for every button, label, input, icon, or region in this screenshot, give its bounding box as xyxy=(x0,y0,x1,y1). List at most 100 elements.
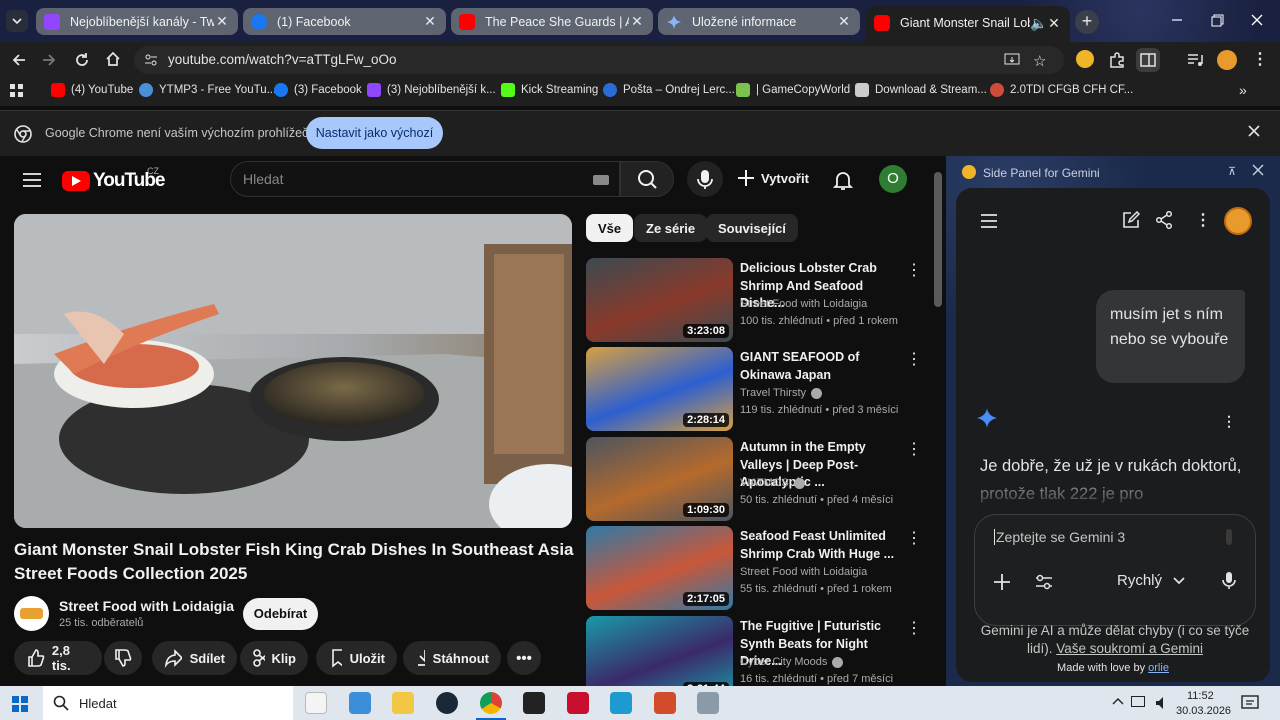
adobe-icon[interactable] xyxy=(567,692,589,714)
monitor-icon[interactable] xyxy=(697,692,719,714)
bookmark-ytmp3[interactable]: YTMP3 - Free YouTu... xyxy=(139,83,276,97)
gemini-account-avatar[interactable] xyxy=(1224,207,1252,235)
more-actions-button[interactable]: ••• xyxy=(507,641,541,675)
install-app-icon[interactable] xyxy=(1004,53,1020,67)
keyboard-icon[interactable] xyxy=(593,175,609,185)
account-avatar[interactable]: O xyxy=(879,165,907,193)
response-more-icon[interactable]: ⋮ xyxy=(1222,413,1236,430)
new-chat-icon[interactable] xyxy=(1122,211,1140,229)
tools-icon[interactable] xyxy=(1034,573,1054,591)
volume-icon[interactable] xyxy=(1155,696,1169,710)
network-icon[interactable] xyxy=(1131,696,1145,707)
author-link[interactable]: orlie xyxy=(1148,662,1169,674)
tab-ulozene-informace[interactable]: Uložené informace ✕ xyxy=(658,8,860,35)
steam-icon[interactable] xyxy=(436,692,458,714)
clock-date[interactable]: 30.03.2026 xyxy=(1176,705,1231,717)
channel-avatar[interactable] xyxy=(14,596,49,631)
game-launcher-icon[interactable] xyxy=(523,692,545,714)
reload-button[interactable] xyxy=(73,51,91,69)
extension-emoji-icon[interactable] xyxy=(1076,50,1094,68)
recommended-channel[interactable]: Street Food with Loidaigia xyxy=(740,298,867,310)
chip-related[interactable]: Související xyxy=(706,214,798,242)
close-tab-icon[interactable]: ✕ xyxy=(422,13,438,30)
close-tab-icon[interactable]: ✕ xyxy=(629,13,645,30)
chrome-icon[interactable] xyxy=(480,692,502,714)
video-player[interactable] xyxy=(14,214,572,528)
recommended-video[interactable]: 3:23:08 Delicious Lobster Crab Shrimp And… xyxy=(586,258,926,342)
set-default-button[interactable]: Nastavit jako výchozí xyxy=(306,117,443,149)
tab-peace-she-guards[interactable]: The Peace She Guards | Ambien ✕ xyxy=(451,8,653,35)
recommended-title[interactable]: GIANT SEAFOOD of Okinawa Japan xyxy=(740,349,902,384)
chip-all[interactable]: Vše xyxy=(586,214,634,242)
file-icon[interactable] xyxy=(305,692,327,714)
video-menu-icon[interactable]: ⋮ xyxy=(906,349,922,369)
remote-app-icon[interactable] xyxy=(610,692,632,714)
share-button[interactable]: Sdílet xyxy=(152,641,237,675)
dislike-button[interactable] xyxy=(104,641,142,675)
share-chat-icon[interactable] xyxy=(1155,211,1173,229)
media-controls-icon[interactable] xyxy=(1186,51,1204,69)
page-scrollbar[interactable] xyxy=(934,172,942,307)
home-button[interactable] xyxy=(104,50,122,68)
close-infobar-icon[interactable] xyxy=(1247,124,1261,138)
video-menu-icon[interactable]: ⋮ xyxy=(906,528,922,548)
close-window-button[interactable] xyxy=(1250,13,1264,27)
recommended-video[interactable]: 1:09:30 Autumn in the Empty Valleys | Dee… xyxy=(586,437,926,521)
tab-twitch[interactable]: Nejoblíbenější kanály - Twitch ✕ xyxy=(36,8,238,35)
search-button[interactable] xyxy=(620,161,674,197)
tab-search-button[interactable] xyxy=(6,10,28,32)
bookmark-gamecopyworld[interactable]: | GameCopyWorld xyxy=(736,83,850,97)
prompt-input[interactable]: Zeptejte se Gemini 3 xyxy=(994,529,1125,545)
clock-time[interactable]: 11:52 xyxy=(1187,690,1214,702)
gemini-input-box[interactable]: Zeptejte se Gemini 3 Rychlý xyxy=(974,514,1256,626)
notifications-icon[interactable] xyxy=(1241,695,1259,711)
video-menu-icon[interactable]: ⋮ xyxy=(906,439,922,459)
speaker-icon[interactable]: 🔈 xyxy=(1030,15,1047,32)
video-menu-icon[interactable]: ⋮ xyxy=(906,618,922,638)
clip-button[interactable]: Klip xyxy=(240,641,308,675)
new-tab-button[interactable]: + xyxy=(1075,10,1099,34)
start-button[interactable] xyxy=(12,696,28,712)
hamburger-menu-icon[interactable] xyxy=(22,172,42,188)
back-button[interactable] xyxy=(10,51,28,69)
microphone-icon[interactable] xyxy=(1221,571,1237,591)
recommended-channel[interactable]: Street Food with Loidaigia xyxy=(740,566,867,578)
subscribe-button[interactable]: Odebírat xyxy=(243,598,318,630)
profile-avatar[interactable] xyxy=(1217,50,1237,70)
recommended-channel[interactable]: Travel Thirsty xyxy=(740,387,823,399)
bookmark-star-icon[interactable]: ☆ xyxy=(1033,52,1046,70)
extensions-puzzle-icon[interactable] xyxy=(1108,51,1126,69)
chrome-menu-icon[interactable]: ⋮ xyxy=(1252,49,1268,69)
close-tab-icon[interactable]: ✕ xyxy=(836,13,852,30)
tray-overflow-icon[interactable] xyxy=(1112,696,1124,706)
video-menu-icon[interactable]: ⋮ xyxy=(906,260,922,280)
url-text[interactable]: youtube.com/watch?v=aTTgLFw_oOo xyxy=(168,52,397,67)
recommended-video[interactable]: 2:28:14 GIANT SEAFOOD of Okinawa Japan Tra… xyxy=(586,347,926,431)
search-input[interactable]: Hledat xyxy=(230,161,620,197)
tab-active-youtube[interactable]: Giant Monster Snail Lobster 🔈 ✕ xyxy=(866,6,1070,42)
address-bar[interactable]: youtube.com/watch?v=aTTgLFw_oOo ☆ xyxy=(134,46,1064,74)
close-tab-icon[interactable]: ✕ xyxy=(214,13,230,30)
create-button[interactable]: Vytvořit xyxy=(736,168,809,188)
recommended-title[interactable]: Seafood Feast Unlimited Shrimp Crab With… xyxy=(740,528,902,563)
bookmark-facebook[interactable]: (3) Facebook xyxy=(274,83,362,97)
forward-button[interactable] xyxy=(40,51,58,69)
close-tab-icon[interactable]: ✕ xyxy=(1046,15,1062,32)
gemini-more-icon[interactable]: ⋮ xyxy=(1195,210,1211,230)
channel-name[interactable]: Street Food with Loidaigia xyxy=(59,598,234,614)
recommended-channel[interactable]: Cyber City Moods xyxy=(740,656,844,668)
close-panel-icon[interactable] xyxy=(1252,164,1264,176)
bookmark-twitch[interactable]: (3) Nejoblíbenější k... xyxy=(367,83,496,97)
site-info-icon[interactable] xyxy=(144,53,158,67)
gemini-menu-icon[interactable] xyxy=(980,214,998,228)
download-button[interactable]: Stáhnout xyxy=(403,641,501,675)
privacy-link[interactable]: Vaše soukromí a Gemini xyxy=(1056,641,1203,656)
notifications-bell-icon[interactable] xyxy=(833,169,853,191)
apps-grid-icon[interactable] xyxy=(10,84,24,98)
unpin-panel-icon[interactable]: ⊼ xyxy=(1228,165,1236,178)
bookmark-youtube[interactable]: (4) YouTube xyxy=(51,83,133,97)
audio-app-icon[interactable] xyxy=(654,692,676,714)
maximize-button[interactable] xyxy=(1210,14,1224,28)
chip-from-series[interactable]: Ze série xyxy=(634,214,708,242)
bookmarks-overflow-icon[interactable]: » xyxy=(1239,82,1247,98)
